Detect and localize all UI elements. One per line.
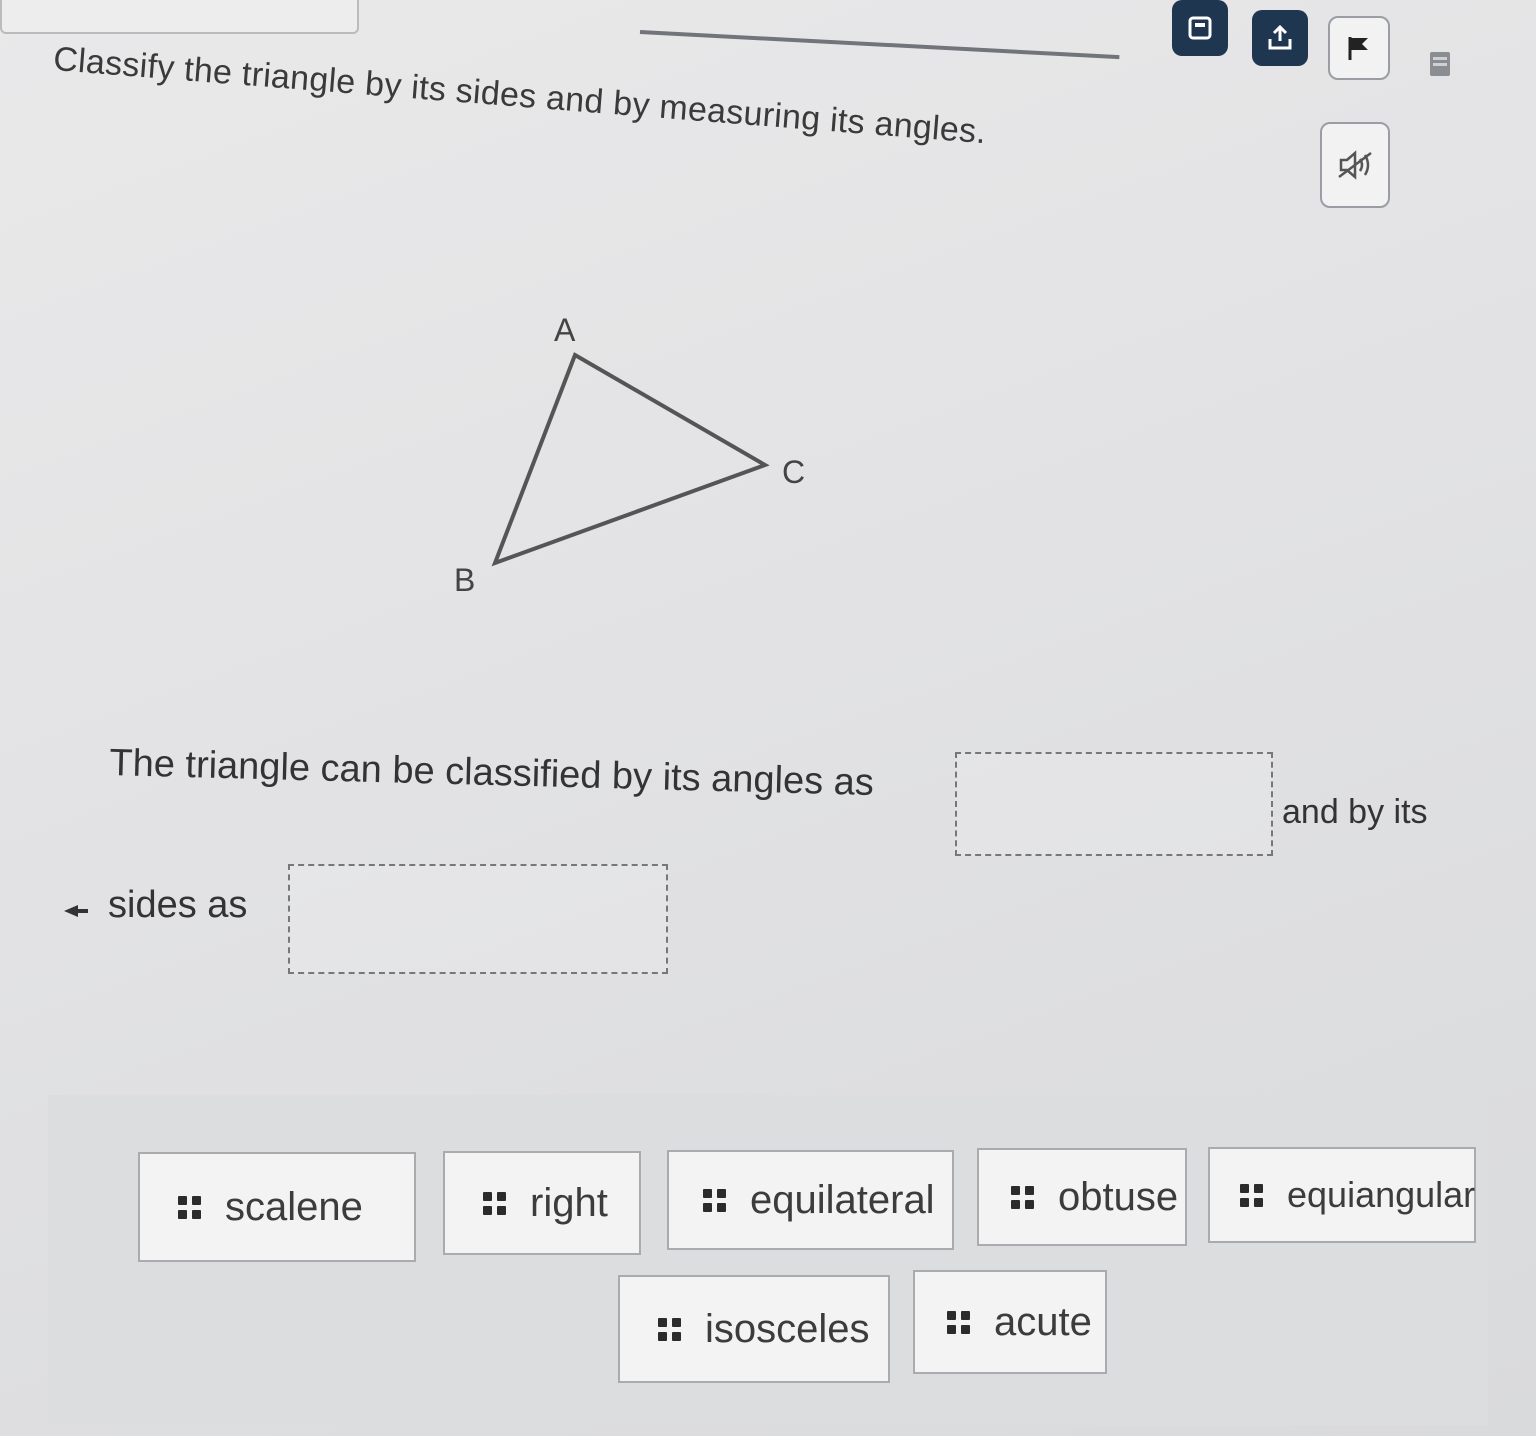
notepad-icon — [1430, 52, 1450, 76]
flag-button[interactable] — [1328, 16, 1390, 80]
option-label: obtuse — [1058, 1174, 1179, 1219]
drag-handle-icon — [483, 1191, 506, 1215]
vertex-label-c: C — [782, 454, 805, 490]
drag-handle-icon — [703, 1188, 726, 1212]
top-left-panel — [0, 0, 359, 34]
audio-icon — [1338, 150, 1372, 180]
back-arrow-icon — [64, 905, 88, 917]
top-divider — [639, 30, 1120, 60]
upload-icon — [1268, 24, 1292, 50]
answer-sentence-part2: and by its — [1282, 793, 1428, 831]
angle-classification-blank[interactable] — [955, 752, 1273, 856]
drag-handle-icon — [1011, 1185, 1034, 1209]
drag-handle-icon — [947, 1310, 970, 1334]
option-label: scalene — [225, 1184, 363, 1229]
upload-button[interactable] — [1252, 10, 1308, 66]
calculator-icon — [1188, 16, 1212, 40]
flag-icon — [1348, 37, 1368, 60]
vertex-label-a: A — [554, 312, 576, 348]
option-isosceles[interactable]: isosceles — [618, 1275, 890, 1383]
answer-sentence-part1: The triangle can be classified by its an… — [108, 742, 875, 805]
option-equiangular[interactable]: equiangular — [1208, 1147, 1476, 1243]
vertex-label-b: B — [454, 562, 475, 598]
option-equilateral[interactable]: equilateral — [667, 1150, 954, 1250]
option-label: equilateral — [750, 1177, 935, 1222]
option-label: right — [530, 1180, 608, 1225]
option-acute[interactable]: acute — [913, 1270, 1107, 1374]
answer-sentence-part3: sides as — [108, 884, 248, 926]
triangle-shape — [491, 352, 770, 567]
question-prompt: Classify the triangle by its sides and b… — [52, 40, 988, 152]
drag-handle-icon — [178, 1195, 201, 1219]
option-scalene[interactable]: scalene — [138, 1152, 416, 1262]
option-label: acute — [994, 1299, 1092, 1344]
audio-button[interactable] — [1320, 122, 1390, 208]
option-obtuse[interactable]: obtuse — [977, 1148, 1187, 1246]
calculator-button[interactable] — [1172, 0, 1228, 56]
notepad-button[interactable] — [1412, 36, 1468, 92]
option-label: isosceles — [705, 1306, 870, 1351]
drag-handle-icon — [658, 1317, 681, 1341]
option-right[interactable]: right — [443, 1151, 641, 1255]
sides-classification-blank[interactable] — [288, 864, 668, 974]
option-label: equiangular — [1287, 1174, 1476, 1215]
triangle-figure: A B C — [454, 312, 805, 598]
drag-handle-icon — [1240, 1183, 1263, 1207]
